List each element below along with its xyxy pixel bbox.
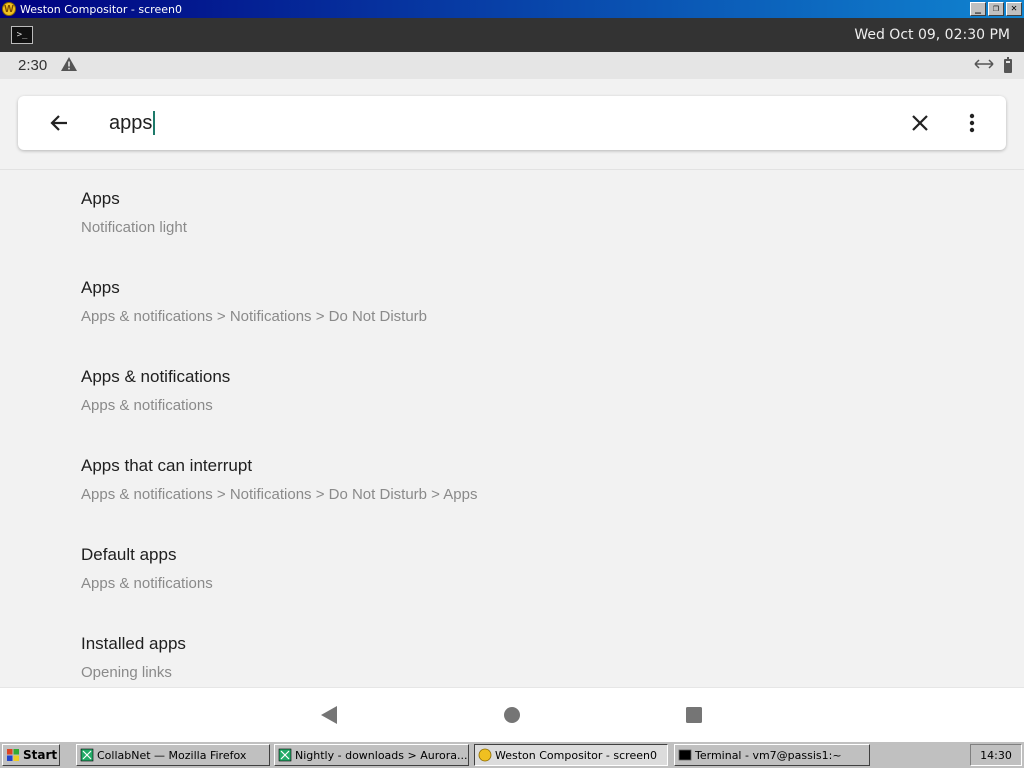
taskbar-item-weston[interactable]: Weston Compositor - screen0 (474, 744, 668, 766)
taskbar-item-nightly[interactable]: Nightly - downloads > Aurora... (274, 744, 469, 766)
result-summary: Opening links (81, 664, 172, 681)
result-summary: Notification light (81, 219, 187, 236)
result-title: Apps that can interrupt (81, 456, 253, 475)
os-taskbar: Start CollabNet — Mozilla Firefox Nightl… (0, 741, 1024, 768)
maximize-button[interactable]: ❐ (988, 2, 1004, 16)
result-summary: Apps & notifications > Notifications > D… (81, 308, 427, 325)
terminal-icon (678, 749, 692, 761)
clear-search-icon[interactable] (900, 103, 940, 143)
weston-app-icon: W (2, 2, 16, 16)
taskbar-item-label: CollabNet — Mozilla Firefox (97, 748, 247, 762)
taskbar-item-label: Weston Compositor - screen0 (495, 748, 657, 762)
search-toolbar: apps (0, 79, 1024, 170)
start-label: Start (23, 748, 58, 762)
start-button[interactable]: Start (2, 744, 60, 766)
ethernet-icon (974, 57, 994, 74)
warning-icon (61, 56, 78, 75)
list-item[interactable]: Apps that can interrupt Apps & notificat… (0, 437, 1024, 526)
result-title: Apps (81, 278, 120, 297)
android-screen: 2:30 apps Apps Notification light Apps A… (0, 52, 1024, 741)
search-results-list: Apps Notification light Apps Apps & noti… (0, 170, 1024, 687)
window-title: Weston Compositor - screen0 (20, 2, 182, 16)
taskbar-item-label: Nightly - downloads > Aurora... (295, 748, 468, 762)
battery-icon (1004, 56, 1012, 73)
window-titlebar[interactable]: W Weston Compositor - screen0 _ ❐ ✕ (0, 0, 1024, 18)
taskbar-item-terminal[interactable]: Terminal - vm7@passis1:~ (674, 744, 870, 766)
result-title: Apps & notifications (81, 367, 231, 386)
android-navigation-bar (0, 687, 1024, 741)
more-options-icon[interactable] (952, 103, 992, 143)
list-item[interactable]: Apps & notifications Apps & notification… (0, 348, 1024, 437)
result-summary: Apps & notifications (81, 575, 213, 592)
list-item[interactable]: Apps Notification light (0, 170, 1024, 259)
result-summary: Apps & notifications (81, 397, 213, 414)
close-window-button[interactable]: ✕ (1006, 2, 1022, 16)
firefox-icon (80, 748, 94, 762)
taskbar-item-firefox[interactable]: CollabNet — Mozilla Firefox (76, 744, 270, 766)
nav-back-icon[interactable] (314, 700, 344, 730)
weston-panel: >_ Wed Oct 09, 02:30 PM (0, 18, 1024, 52)
back-arrow-icon[interactable] (39, 103, 79, 143)
terminal-launcher-icon[interactable]: >_ (11, 26, 33, 44)
list-item[interactable]: Apps Apps & notifications > Notification… (0, 259, 1024, 348)
list-item[interactable]: Default apps Apps & notifications (0, 526, 1024, 615)
search-box: apps (18, 96, 1006, 150)
taskbar-item-label: Terminal - vm7@passis1:~ (695, 748, 842, 762)
list-item[interactable]: Installed apps Opening links (0, 615, 1024, 687)
result-summary: Apps & notifications > Notifications > D… (81, 486, 478, 503)
taskbar-clock: 14:30 (980, 748, 1012, 762)
result-title: Installed apps (81, 634, 186, 653)
system-tray: 14:30 (970, 744, 1022, 766)
nav-home-icon[interactable] (497, 700, 527, 730)
windows-logo-icon (7, 749, 19, 761)
minimize-button[interactable]: _ (970, 2, 986, 16)
nightly-icon (278, 748, 292, 762)
weston-icon (478, 748, 492, 762)
status-bar: 2:30 (0, 52, 1024, 79)
status-time: 2:30 (18, 57, 48, 74)
nav-recents-icon[interactable] (679, 700, 709, 730)
panel-clock: Wed Oct 09, 02:30 PM (854, 27, 1010, 43)
search-input[interactable]: apps (109, 111, 156, 135)
result-title: Default apps (81, 545, 177, 564)
result-title: Apps (81, 189, 120, 208)
